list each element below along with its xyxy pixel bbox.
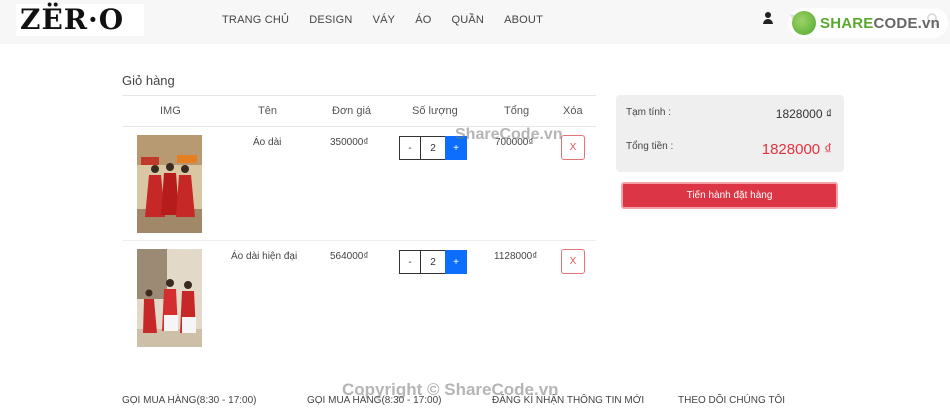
main-nav: TRANG CHỦ DESIGN VÁY ÁO QUẦN ABOUT [222,0,563,40]
footer-heading-follow-us: THEO DÕI CHÚNG TÔI [678,395,786,406]
product-thumbnail[interactable] [137,249,202,347]
watermark-logo-rest: CODE.vn [873,15,940,32]
watermark-text: ShareCode.vn [455,126,563,143]
nav-item-home[interactable]: TRANG CHỦ [222,14,289,26]
cart-row: Áo dài hiện đại 564000₫ - 2 + 1128000₫ X [122,241,596,355]
watermark-logo-main: SHARE [820,15,874,32]
header-price: Đơn giá [332,105,372,117]
decrease-qty-button[interactable]: - [399,250,421,274]
header-total: Tổng [504,105,530,117]
header-delete: Xóa [563,105,583,117]
remove-item-button[interactable]: X [561,135,585,160]
copyright-watermark: Copyright © ShareCode.vn [342,380,559,399]
decrease-qty-button[interactable]: - [399,136,421,160]
header-img: IMG [160,105,181,117]
remove-item-button[interactable]: X [561,249,585,274]
sharecode-watermark-logo: SHARECODE.vn [788,8,948,38]
site-header: ZËR·O TRANG CHỦ DESIGN VÁY ÁO QUẦN ABOUT… [0,0,950,44]
nav-item-pants[interactable]: QUẦN [452,14,485,26]
header-name: Tên [258,105,277,117]
footer-heading-order-phone: GỌI MUA HÀNG(8:30 - 17:00) [122,395,257,406]
increase-qty-button[interactable]: + [445,250,467,274]
header-qty: Số lượng [412,105,458,117]
checkout-button[interactable]: Tiến hành đặt hàng [621,182,838,209]
quantity-field[interactable]: 2 [421,136,445,160]
product-name[interactable]: Áo dài hiện đại [231,251,297,262]
brand-logo[interactable]: ZËR·O [16,4,144,36]
sharecode-logo-icon [792,11,816,35]
product-price: 564000₫ [330,251,369,262]
cart-table-header: IMG Tên Đơn giá Số lượng Tổng Xóa [122,95,596,127]
line-total: 1128000₫ [494,251,538,262]
product-price: 350000₫ [330,137,369,148]
quantity-field[interactable]: 2 [421,250,445,274]
quantity-stepper: - 2 + [399,250,467,274]
product-thumbnail[interactable] [137,135,202,233]
cart-title: Giỏ hàng [122,73,175,88]
nav-item-about[interactable]: ABOUT [504,14,543,26]
total-value: 1828000 ₫ [761,141,832,158]
order-summary: Tạm tính : 1828000 ₫ Tổng tiền : 1828000… [616,95,844,172]
nav-item-design[interactable]: DESIGN [309,14,352,26]
user-icon[interactable] [762,12,774,24]
nav-item-shirts[interactable]: ÁO [415,14,431,26]
subtotal-label: Tạm tính : [626,107,672,118]
subtotal-value: 1828000 ₫ [775,107,832,121]
total-label: Tổng tiền : [626,141,674,152]
product-name[interactable]: Áo dài [253,137,281,148]
cart-row: Áo dài 350000₫ - 2 + 700000₫ X [122,127,596,241]
nav-item-dresses[interactable]: VÁY [373,14,396,26]
